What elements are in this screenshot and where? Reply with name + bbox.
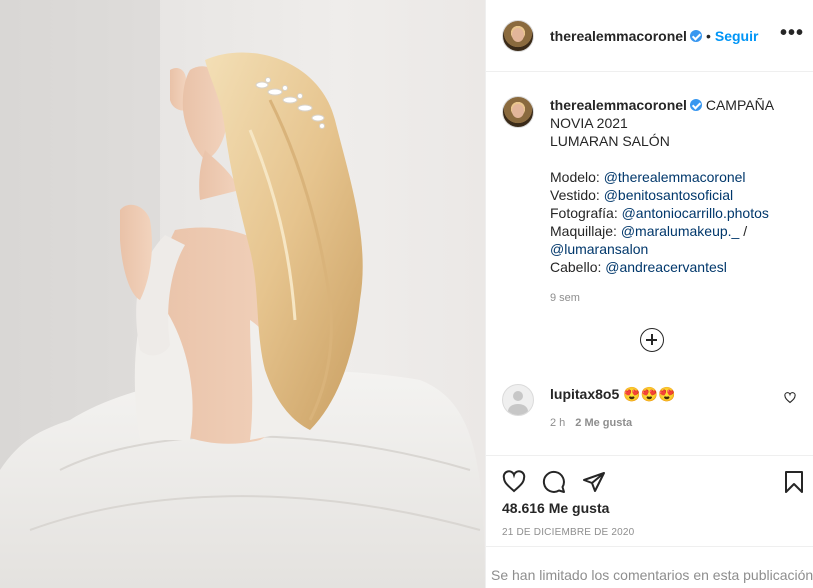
follow-button[interactable]: Seguir bbox=[715, 28, 759, 44]
caption-title-line: CAMPAÑA bbox=[705, 97, 775, 113]
comment-heart-icon[interactable] bbox=[784, 392, 796, 404]
credit-handle-link[interactable]: @therealemmacoronel bbox=[604, 169, 746, 185]
bookmark-icon[interactable] bbox=[782, 470, 806, 494]
comment-icon[interactable] bbox=[542, 470, 566, 494]
credit-handle-link[interactable]: @benitosantosoficial bbox=[604, 187, 733, 203]
post-photo[interactable] bbox=[0, 0, 485, 588]
heart-icon[interactable] bbox=[502, 470, 526, 494]
caption-username[interactable]: therealemmacoronel bbox=[550, 97, 687, 113]
caption-title-line: NOVIA 2021 bbox=[550, 115, 628, 131]
header-user-row: therealemmacoronel • Seguir bbox=[550, 28, 758, 44]
credit-handle-link[interactable]: @maralumakeup._ bbox=[621, 223, 740, 239]
credit-label: Cabello: bbox=[550, 259, 606, 275]
comments-limited-notice: Se han limitado los comentarios en esta … bbox=[486, 546, 813, 588]
verified-badge-icon bbox=[689, 30, 702, 42]
bride-illustration bbox=[0, 0, 485, 588]
caption-timestamp[interactable]: 9 sem bbox=[550, 292, 580, 304]
action-bar bbox=[486, 455, 813, 505]
comment-meta: 2 h 2 Me gusta bbox=[550, 417, 632, 429]
comment-time[interactable]: 2 h bbox=[550, 417, 565, 429]
credit-label: Fotografía: bbox=[550, 205, 622, 221]
likes-count[interactable]: 48.616 Me gusta bbox=[502, 500, 609, 516]
post-date[interactable]: 21 DE DICIEMBRE DE 2020 bbox=[502, 527, 634, 538]
credit-line-dress: Vestido: @benitosantosoficial bbox=[550, 186, 790, 204]
add-circle-icon[interactable] bbox=[640, 328, 664, 352]
post-header: therealemmacoronel • Seguir ••• bbox=[486, 0, 813, 72]
credit-suffix: / bbox=[739, 223, 748, 239]
credit-line-hair: Cabello: @andreacervantesl bbox=[550, 258, 790, 276]
credit-handle-link[interactable]: @andreacervantesl bbox=[605, 259, 727, 275]
author-avatar[interactable] bbox=[502, 20, 534, 52]
comment-item: lupitax8o5 😍😍😍 2 h 2 Me gusta bbox=[486, 380, 813, 440]
more-options-icon[interactable]: ••• bbox=[780, 22, 804, 45]
post-side-panel: therealemmacoronel • Seguir ••• therealemm… bbox=[485, 0, 813, 588]
credit-handle-link[interactable]: @lumaransalon bbox=[550, 241, 648, 257]
commenter-avatar[interactable] bbox=[502, 384, 534, 416]
credit-line-photography: Fotografía: @antoniocarrillo.photos bbox=[550, 204, 790, 222]
author-username[interactable]: therealemmacoronel bbox=[550, 28, 687, 44]
comment-body: 😍😍😍 bbox=[623, 386, 676, 402]
credit-line-makeup: Maquillaje: @maralumakeup._ / bbox=[550, 222, 790, 240]
credit-label: Maquillaje: bbox=[550, 223, 621, 239]
credit-handle-link[interactable]: @antoniocarrillo.photos bbox=[622, 205, 769, 221]
comment-likes[interactable]: 2 Me gusta bbox=[575, 417, 632, 429]
verified-badge-icon bbox=[689, 99, 702, 111]
caption-title-line: LUMARAN SALÓN bbox=[550, 133, 670, 149]
caption-author-avatar[interactable] bbox=[502, 96, 534, 128]
credit-label: Modelo: bbox=[550, 169, 604, 185]
caption-text: therealemmacoronel CAMPAÑA NOVIA 2021 LU… bbox=[550, 96, 790, 276]
credit-line-salon: @lumaransalon bbox=[550, 240, 790, 258]
share-icon[interactable] bbox=[582, 470, 606, 494]
credit-line-model: Modelo: @therealemmacoronel bbox=[550, 168, 790, 186]
separator-dot: • bbox=[705, 28, 711, 44]
credit-label: Vestido: bbox=[550, 187, 604, 203]
comment-text-row: lupitax8o5 😍😍😍 bbox=[550, 386, 675, 403]
commenter-username[interactable]: lupitax8o5 bbox=[550, 386, 619, 402]
